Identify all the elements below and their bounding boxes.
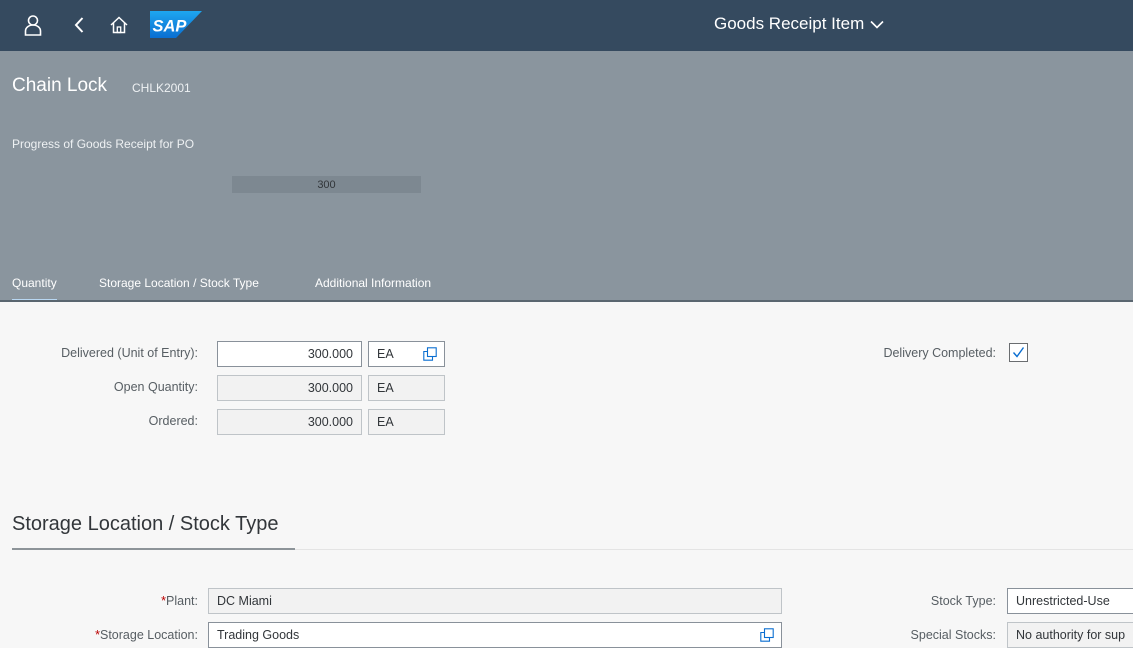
app-title-menu[interactable]: Goods Receipt Item <box>714 14 884 34</box>
sap-logo-text: SAP <box>153 18 188 36</box>
object-title: Chain Lock <box>12 75 108 96</box>
delivered-unit-input[interactable]: EA <box>368 341 445 367</box>
storage-location-value: Trading Goods <box>217 628 300 642</box>
progress-value: 300 <box>317 178 336 191</box>
open-quantity-value: 300.000 <box>217 375 362 401</box>
value-help-icon[interactable] <box>423 347 437 361</box>
tab-quantity[interactable]: Quantity <box>12 276 57 301</box>
progress-label: Progress of Goods Receipt for PO <box>12 137 195 151</box>
stock-type-label: Stock Type: <box>930 594 996 608</box>
delivered-unit-value: EA <box>377 347 394 361</box>
delivered-quantity-input[interactable]: 300.000 <box>217 341 362 367</box>
ordered-label: Ordered: <box>148 414 198 428</box>
home-icon[interactable] <box>106 12 132 38</box>
section-title-underline <box>12 548 295 550</box>
storage-location-input[interactable]: Trading Goods <box>208 622 782 648</box>
tab-storage-location[interactable]: Storage Location / Stock Type <box>99 276 259 301</box>
special-stocks-label: Special Stocks: <box>910 628 996 642</box>
delivery-completed-label: Delivery Completed: <box>883 346 996 360</box>
chevron-down-icon <box>870 14 884 34</box>
section-divider <box>295 549 1133 550</box>
delivery-completed-checkbox[interactable] <box>1009 343 1028 362</box>
progress-bar: 300 <box>232 176 421 193</box>
value-help-icon[interactable] <box>760 628 774 642</box>
object-subtitle: CHLK2001 <box>132 81 191 95</box>
tab-additional-information[interactable]: Additional Information <box>315 276 431 301</box>
user-icon[interactable] <box>20 12 46 38</box>
tab-label: Storage Location / Stock Type <box>99 276 259 290</box>
sap-logo[interactable]: SAP <box>150 11 202 38</box>
tab-label: Quantity <box>12 276 57 290</box>
stock-type-select[interactable]: Unrestricted-Use <box>1007 588 1133 614</box>
object-header: Chain Lock CHLK2001 Progress of Goods Re… <box>0 51 1133 302</box>
special-stocks-field: No authority for sup <box>1007 622 1133 648</box>
tab-bar-divider <box>0 300 1133 302</box>
checkmark-icon <box>1012 347 1025 358</box>
app-title: Goods Receipt Item <box>714 14 865 33</box>
storage-location-label: *Storage Location: <box>95 628 198 642</box>
plant-field: DC Miami <box>208 588 782 614</box>
plant-label: *Plant: <box>161 594 198 608</box>
tab-label: Additional Information <box>315 276 432 290</box>
shell-bar: SAP Goods Receipt Item <box>0 0 1133 51</box>
storage-section-title: Storage Location / Stock Type <box>12 513 279 535</box>
open-quantity-label: Open Quantity: <box>113 380 198 394</box>
plant-label-text: Plant: <box>166 594 198 608</box>
storage-location-label-text: Storage Location: <box>100 628 198 642</box>
delivered-label: Delivered (Unit of Entry): <box>61 346 198 360</box>
ordered-unit: EA <box>368 409 445 435</box>
back-icon[interactable] <box>66 12 92 38</box>
open-quantity-unit: EA <box>368 375 445 401</box>
ordered-quantity-value: 300.000 <box>217 409 362 435</box>
